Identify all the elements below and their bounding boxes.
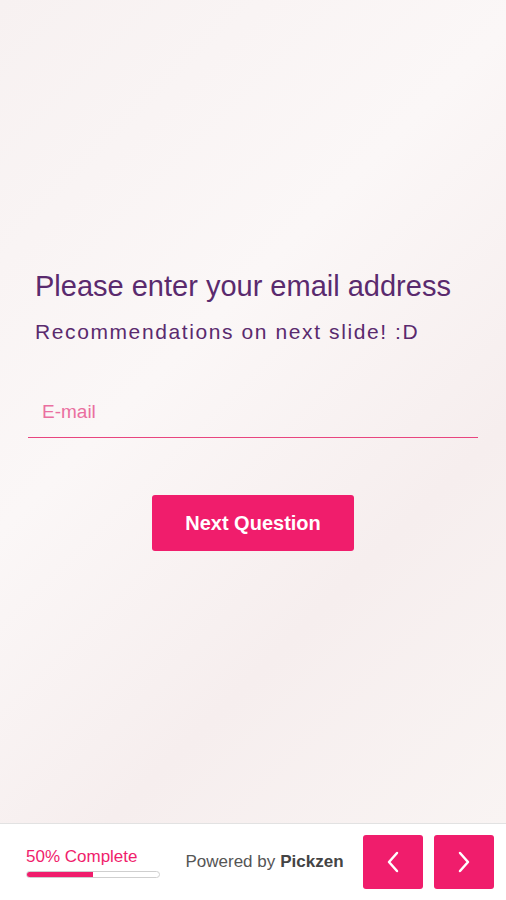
quiz-slide: Please enter your email address Recommend…: [0, 0, 506, 823]
next-chevron-icon: [457, 851, 471, 873]
email-field-wrap: [28, 388, 478, 438]
email-input[interactable]: [28, 388, 478, 437]
powered-by-text: Powered by: [185, 849, 275, 875]
progress-label: 50% Complete: [26, 846, 166, 868]
next-button[interactable]: [434, 835, 494, 889]
question-subtitle: Recommendations on next slide! :D: [0, 318, 506, 346]
previous-button[interactable]: [363, 835, 423, 889]
previous-chevron-icon: [386, 851, 400, 873]
button-row: Next Question: [0, 495, 506, 551]
brand-name: Pickzen: [280, 849, 343, 875]
question-title: Please enter your email address: [0, 266, 506, 306]
progress: 50% Complete: [26, 846, 166, 878]
progress-track: [26, 871, 160, 878]
footer-bar: 50% CompletePowered byPickzen: [0, 823, 506, 900]
next-question-button[interactable]: Next Question: [152, 495, 354, 551]
nav-buttons: [363, 835, 494, 889]
powered-by: Powered byPickzen: [166, 849, 363, 875]
progress-fill: [27, 872, 93, 877]
